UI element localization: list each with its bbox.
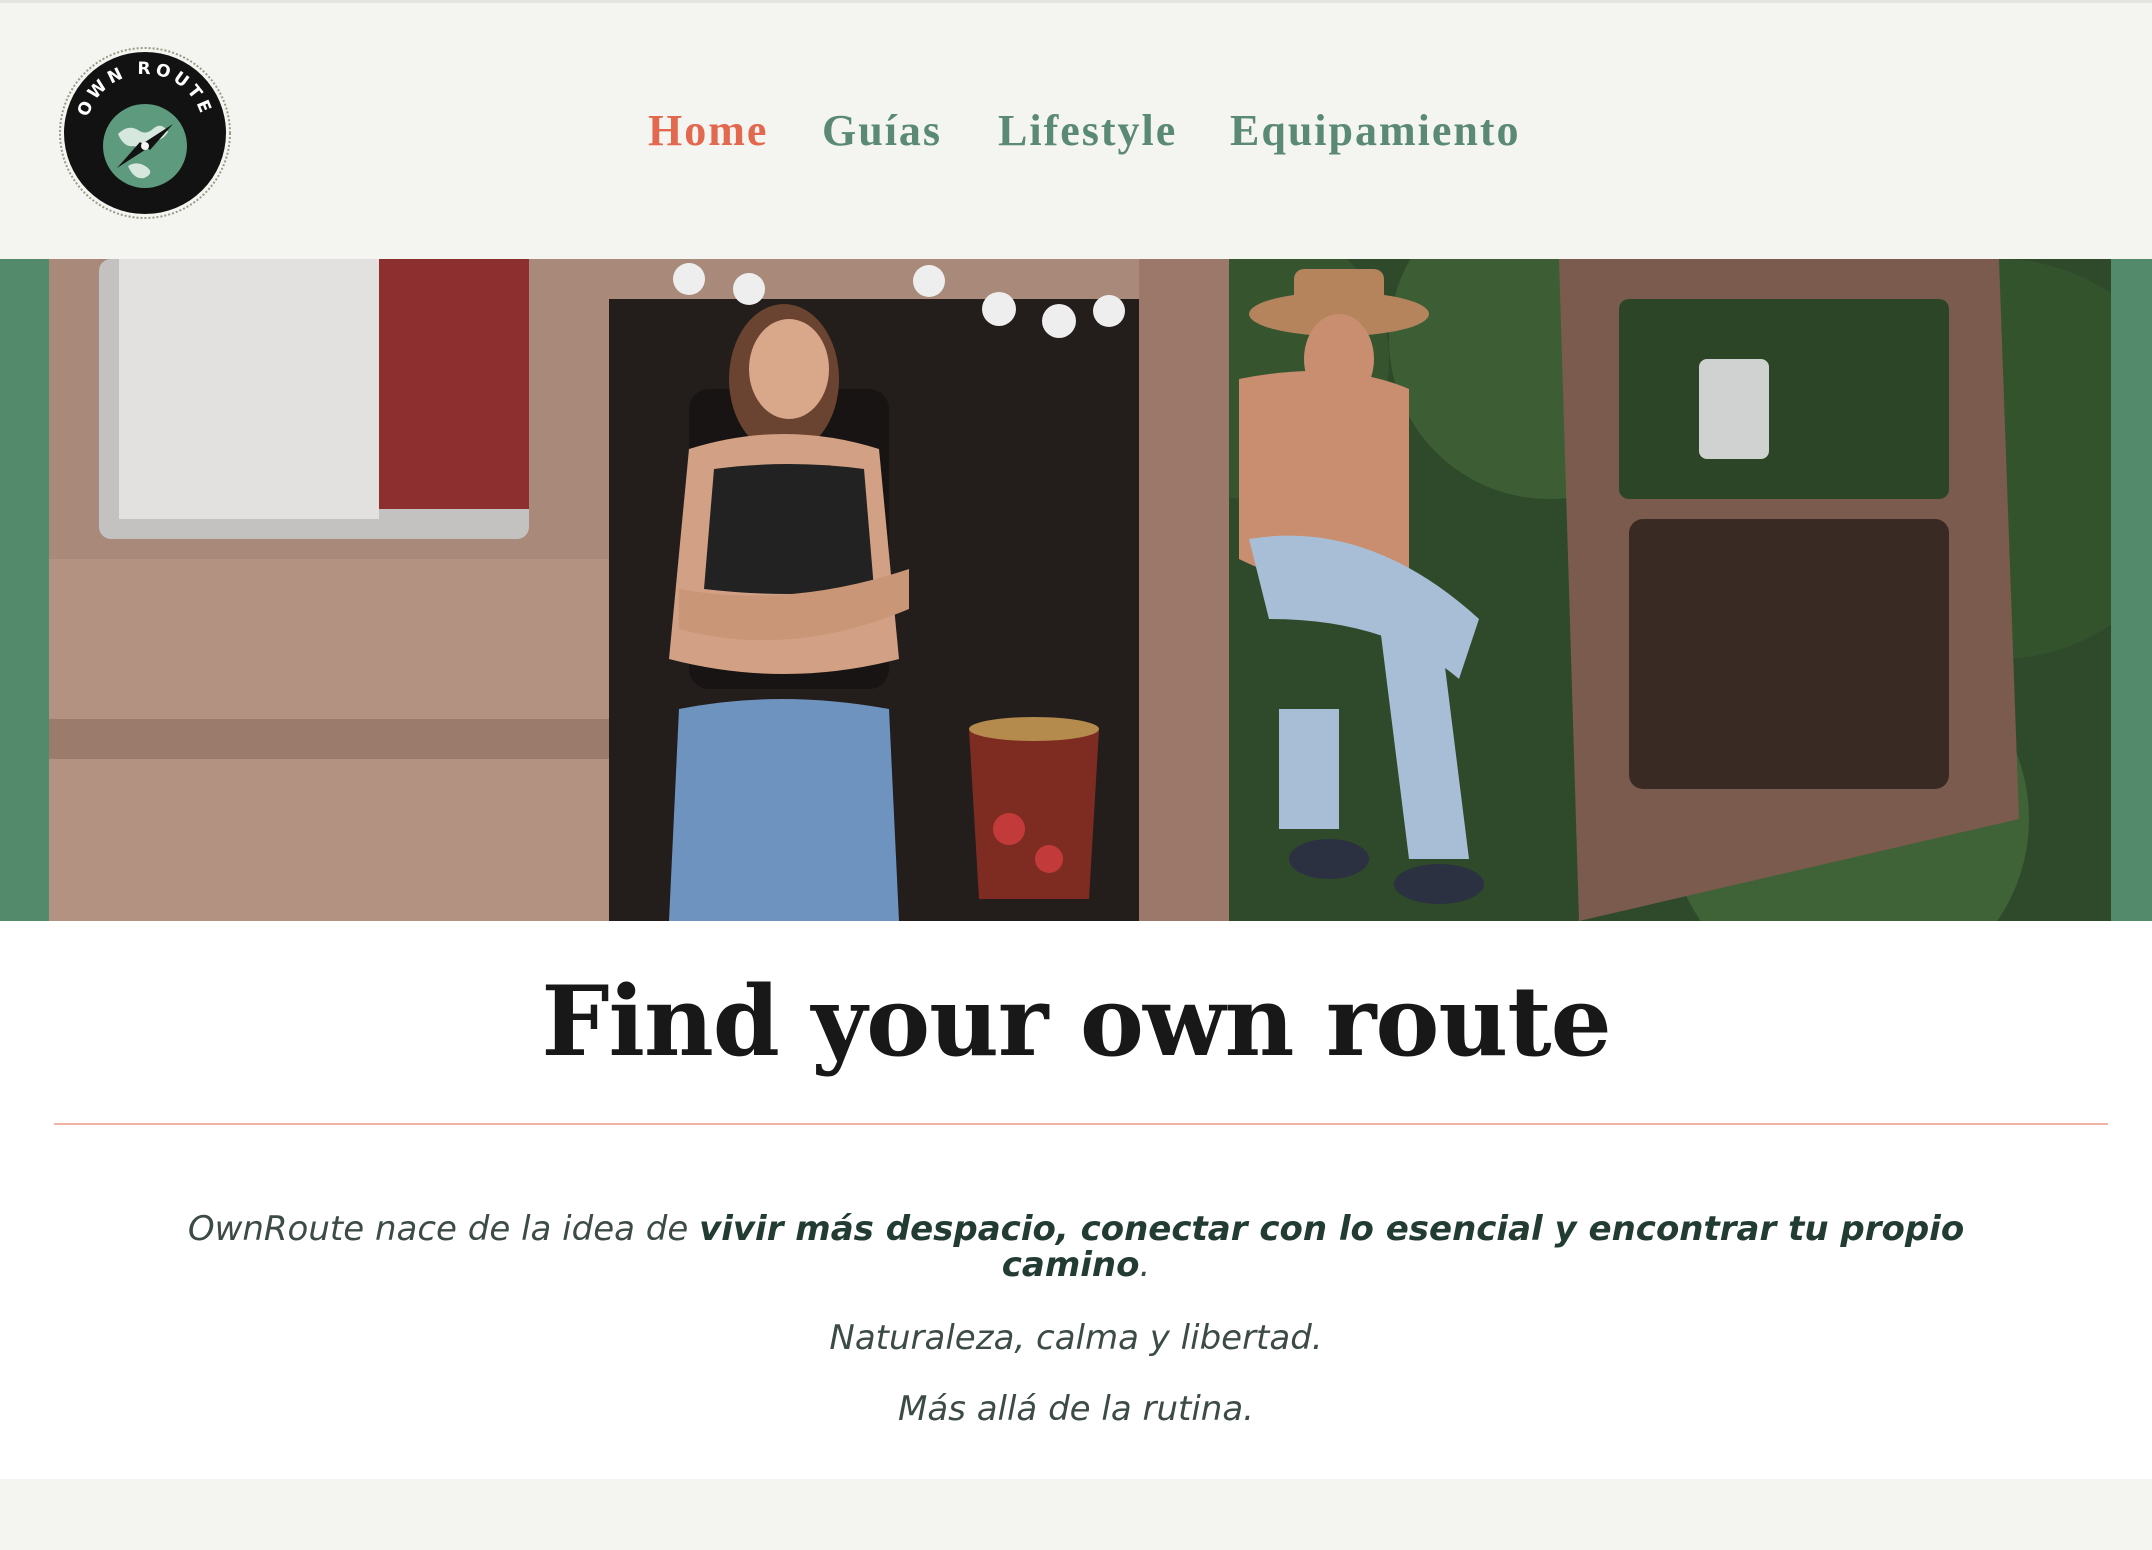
tagline-nature: Naturaleza, calma y libertad. xyxy=(829,1318,1323,1358)
hero-photo xyxy=(49,259,2111,921)
intro-section: Find your own route OwnRoute nace de la … xyxy=(0,921,2152,1479)
intro-end: . xyxy=(1139,1245,1151,1285)
page: OWN ROUTE Home Guías Lifestyle Equipamie… xyxy=(0,0,2152,1550)
site-header: OWN ROUTE Home Guías Lifestyle Equipamie… xyxy=(0,3,2152,259)
divider xyxy=(54,1123,2108,1125)
nav-guias[interactable]: Guías xyxy=(822,105,942,156)
intro-text: OwnRoute nace de la idea de xyxy=(187,1209,700,1249)
footer-band xyxy=(0,1479,2152,1550)
intro-paragraph: OwnRoute nace de la idea de vivir más de… xyxy=(150,1211,2002,1283)
intro-highlight: vivir más despacio, conectar con lo esen… xyxy=(699,1209,1965,1285)
nav-equipamiento[interactable]: Equipamiento xyxy=(1230,105,1521,156)
nav-lifestyle[interactable]: Lifestyle xyxy=(998,105,1177,156)
tagline-routine: Más allá de la rutina. xyxy=(898,1389,1254,1429)
nav-home[interactable]: Home xyxy=(648,105,768,156)
page-title: Find your own route xyxy=(541,965,1611,1078)
main-nav: Home Guías Lifestyle Equipamiento xyxy=(0,105,2152,165)
